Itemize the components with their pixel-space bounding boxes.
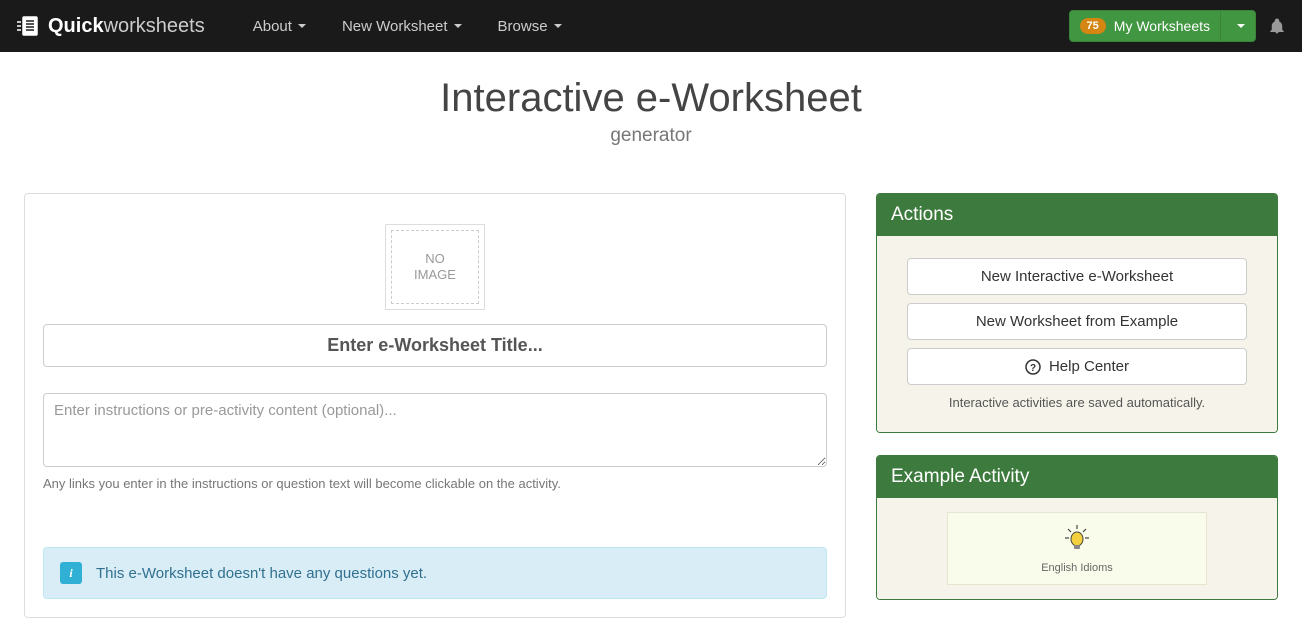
question-circle-icon: ?: [1025, 359, 1041, 375]
brand-logo[interactable]: Quickworksheets: [16, 15, 205, 38]
example-panel: Example Activity English Idioms: [876, 455, 1278, 600]
empty-alert-text: This e-Worksheet doesn't have any questi…: [96, 565, 427, 582]
example-header: Example Activity: [877, 456, 1277, 498]
no-image-line2: IMAGE: [414, 267, 456, 283]
top-navbar: Quickworksheets About New Worksheet Brow…: [0, 0, 1302, 52]
caret-down-icon: [298, 24, 306, 28]
help-center-button[interactable]: ? Help Center: [907, 348, 1247, 385]
actions-body: New Interactive e-Worksheet New Workshee…: [877, 236, 1277, 432]
my-worksheets-main[interactable]: 75 My Worksheets: [1070, 11, 1220, 41]
no-image-line1: NO: [425, 251, 445, 267]
document-stack-icon: [16, 15, 42, 37]
worksheet-title-input[interactable]: [43, 324, 827, 367]
page-title: Interactive e-Worksheet: [0, 76, 1302, 121]
info-icon: i: [60, 562, 82, 584]
example-activity-card[interactable]: English Idioms: [947, 512, 1207, 585]
image-upload-placeholder[interactable]: NO IMAGE: [385, 224, 485, 310]
my-worksheets-label: My Worksheets: [1114, 18, 1210, 34]
bell-icon[interactable]: [1268, 17, 1286, 35]
link-hint-text: Any links you enter in the instructions …: [43, 476, 827, 491]
main-column: NO IMAGE Any links you enter in the inst…: [24, 193, 846, 622]
nav-browse[interactable]: Browse: [480, 3, 580, 50]
no-image-box: NO IMAGE: [391, 230, 479, 304]
navbar-left: Quickworksheets About New Worksheet Brow…: [16, 3, 580, 50]
brand-bold: Quick: [48, 15, 104, 38]
new-from-example-button[interactable]: New Worksheet from Example: [907, 303, 1247, 340]
nav-about[interactable]: About: [235, 3, 324, 50]
instructions-textarea[interactable]: [43, 393, 827, 467]
new-interactive-worksheet-button[interactable]: New Interactive e-Worksheet: [907, 258, 1247, 295]
caret-down-icon: [554, 24, 562, 28]
empty-questions-alert: i This e-Worksheet doesn't have any ques…: [43, 547, 827, 599]
navbar-right: 75 My Worksheets: [1069, 10, 1286, 42]
lightbulb-icon: [1062, 523, 1092, 553]
example-card-title: English Idioms: [958, 562, 1196, 574]
nav-new-worksheet[interactable]: New Worksheet: [324, 3, 480, 50]
caret-down-icon: [1237, 24, 1245, 28]
editor-panel: NO IMAGE Any links you enter in the inst…: [24, 193, 846, 618]
example-body: English Idioms: [877, 498, 1277, 599]
nav-links: About New Worksheet Browse: [235, 3, 580, 50]
my-worksheets-button[interactable]: 75 My Worksheets: [1069, 10, 1256, 42]
my-worksheets-dropdown[interactable]: [1220, 11, 1255, 41]
actions-header: Actions: [877, 194, 1277, 236]
actions-panel: Actions New Interactive e-Worksheet New …: [876, 193, 1278, 433]
page-header: Interactive e-Worksheet generator: [0, 52, 1302, 159]
svg-text:?: ?: [1030, 363, 1036, 374]
worksheet-count-badge: 75: [1080, 18, 1106, 34]
main-container: NO IMAGE Any links you enter in the inst…: [0, 159, 1302, 622]
autosave-note: Interactive activities are saved automat…: [907, 395, 1247, 410]
page-subtitle: generator: [0, 125, 1302, 147]
caret-down-icon: [454, 24, 462, 28]
brand-light: worksheets: [104, 15, 205, 38]
side-column: Actions New Interactive e-Worksheet New …: [876, 193, 1278, 622]
